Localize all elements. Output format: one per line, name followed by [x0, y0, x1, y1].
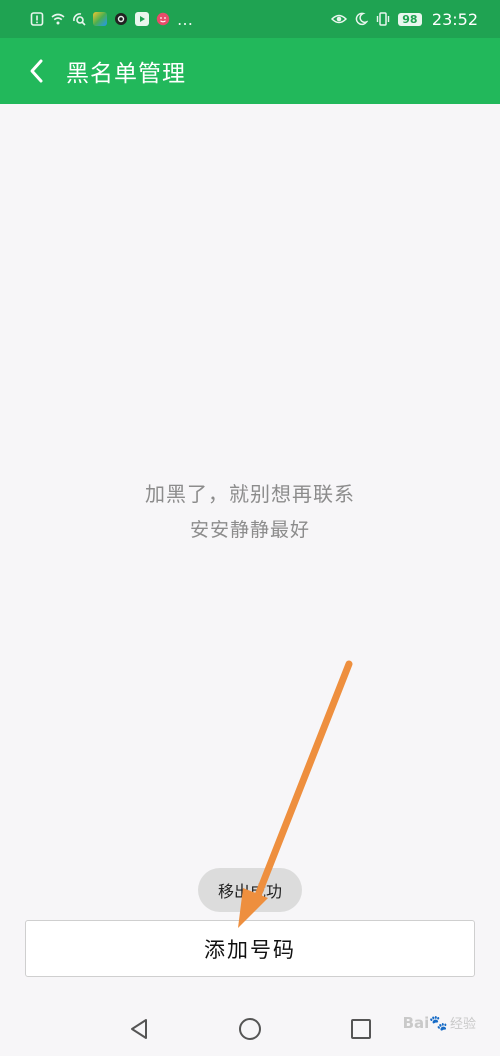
toast-message: 移出成功 [198, 868, 302, 912]
paw-icon: 🐾 [429, 1014, 448, 1032]
battery-icon: 98 [397, 12, 422, 26]
status-right-icons: 98 23:52 [330, 9, 478, 29]
alert-icon [30, 12, 44, 26]
more-notifications-icon: … [177, 9, 193, 29]
watermark-sub: 经验 [449, 1017, 476, 1032]
nav-recents-button[interactable] [344, 1012, 378, 1046]
add-number-button[interactable]: 添加号码 [25, 920, 475, 977]
empty-state-submessage: 安安静静最好 [189, 519, 310, 541]
camera-icon [115, 13, 127, 25]
page-title: 黑名单管理 [66, 61, 186, 87]
nav-home-button[interactable] [233, 1012, 267, 1046]
moon-icon [355, 12, 368, 26]
emoji-icon [156, 12, 170, 26]
watermark: Bai🐾 经验 [403, 1013, 476, 1032]
status-left-icons: … [30, 10, 193, 29]
status-time: 23:52 [431, 9, 478, 29]
triangle-back-icon [131, 1019, 147, 1039]
watermark-brand: Bai [402, 1014, 430, 1032]
satellite-icon [73, 13, 86, 26]
app-header: 黑名单管理 [0, 38, 500, 104]
wifi-icon [51, 13, 65, 25]
empty-state-message: 加黑了，就别想再联系 [145, 482, 355, 506]
chevron-left-icon [30, 59, 43, 83]
circle-home-icon [239, 1018, 261, 1040]
nav-back-button[interactable] [122, 1012, 156, 1046]
status-bar: … 98 23:52 [0, 0, 500, 38]
video-icon [135, 12, 149, 26]
vibrate-icon [376, 12, 390, 26]
eye-comfort-icon [330, 14, 347, 24]
square-recents-icon [351, 1019, 371, 1039]
app-icon [93, 12, 107, 26]
back-button[interactable] [22, 51, 52, 91]
